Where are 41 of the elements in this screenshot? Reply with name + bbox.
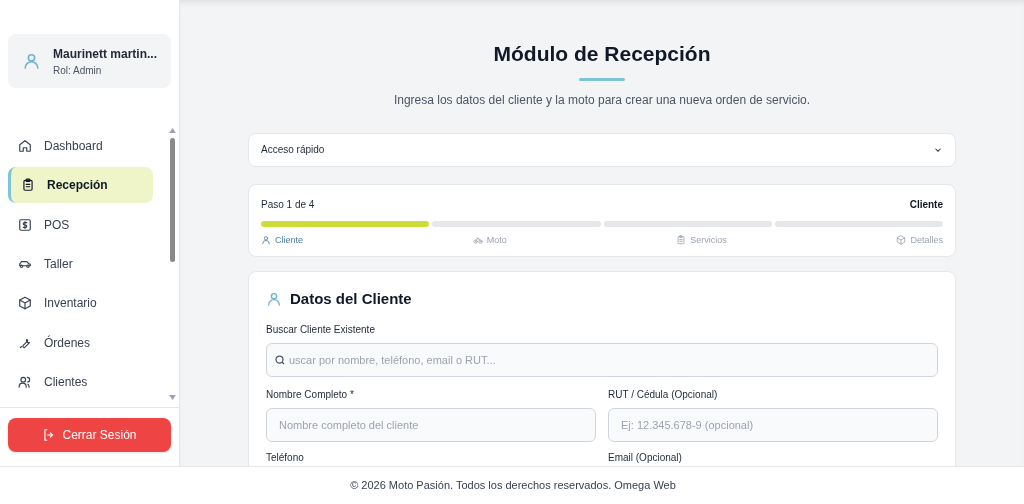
field-label: Email (Opcional) xyxy=(608,451,683,465)
search-icon xyxy=(274,354,286,366)
copyright-text: © 2026 Moto Pasión. Todos los derechos reservados. Omega Web xyxy=(350,478,676,494)
text-field[interactable]: Ej: 12.345.678-9 (opcional) xyxy=(608,408,938,442)
nav-item[interactable]: Órdenes xyxy=(8,325,153,361)
nav-item[interactable]: Inventario xyxy=(8,285,153,322)
quick-access-dropdown[interactable]: Acceso rápido xyxy=(248,132,956,167)
page-title: Módulo de Recepción xyxy=(493,41,711,67)
field-label: Nombre Completo * xyxy=(266,388,355,402)
page-subtitle: Ingresa los datos del cliente y la moto para crear una nueva orden de servicio. xyxy=(393,91,811,109)
text-field[interactable]: Nombre completo del cliente xyxy=(266,408,596,442)
logout-button[interactable]: Cerrar Sesión xyxy=(8,418,171,452)
nav-item[interactable]: Taller xyxy=(8,246,153,282)
home-icon xyxy=(18,138,32,153)
field-label: Buscar Cliente Existente xyxy=(266,323,376,337)
current-step-name: Cliente xyxy=(909,197,943,212)
box-icon xyxy=(18,296,32,311)
user-icon xyxy=(266,290,282,307)
users-icon xyxy=(18,375,32,390)
user-name: Maurinett martin... xyxy=(53,45,157,63)
scrollbar-thumb[interactable] xyxy=(169,138,175,262)
clipboard-icon xyxy=(21,178,35,193)
section-title: Datos del Cliente xyxy=(290,288,412,309)
nav-item[interactable]: Dashboard xyxy=(8,128,153,164)
dollar-icon xyxy=(18,217,32,232)
field-label: RUT / Cédula (Opcional) xyxy=(608,388,719,402)
step-counter: Paso 1 de 4 xyxy=(261,197,315,212)
nav-item[interactable]: POS xyxy=(8,206,153,243)
nav-item[interactable]: Clientes xyxy=(8,364,153,400)
user-icon xyxy=(261,234,271,245)
user-icon xyxy=(22,51,41,71)
box-icon xyxy=(896,234,907,245)
search-field[interactable]: uscar por nombre, teléfono, email o RUT... xyxy=(266,343,938,377)
scroll-up-icon[interactable] xyxy=(168,128,176,133)
step-label[interactable]: Cliente xyxy=(261,233,303,246)
user-role: Rol: Admin xyxy=(53,63,103,78)
nav-item[interactable]: Recepción xyxy=(8,167,153,203)
scroll-down-icon[interactable] xyxy=(168,395,176,400)
field-label: Teléfono xyxy=(266,451,305,465)
clipboard-icon xyxy=(676,234,687,245)
title-underline xyxy=(579,77,625,81)
